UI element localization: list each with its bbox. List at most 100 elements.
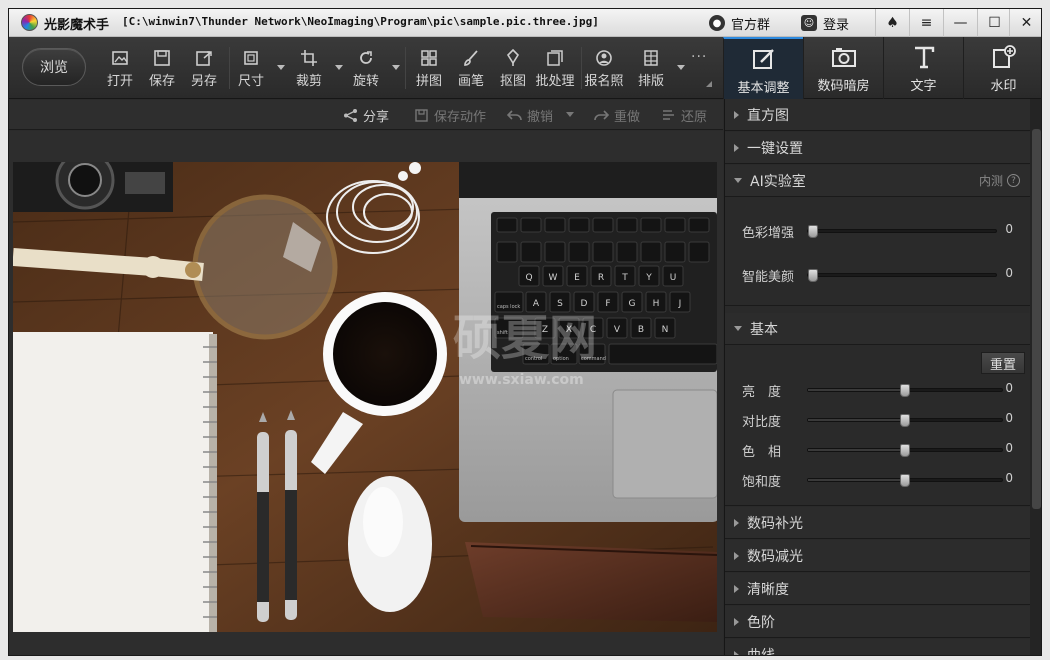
save-button[interactable]: 保存 [142, 49, 182, 89]
close-icon: ✕ [1020, 15, 1033, 31]
section-ai-lab[interactable]: AI实验室 内测 ? [725, 165, 1030, 197]
layout-label: 排版 [637, 74, 664, 89]
keyboard-key [496, 217, 518, 233]
save-as-label: 另存 [190, 74, 217, 89]
slider-smart-beauty[interactable]: 智能美颜 0 [725, 265, 1030, 285]
redo-label: 重做 [614, 110, 641, 125]
scrollbar-thumb[interactable] [1032, 129, 1041, 509]
minimize-button[interactable]: — [943, 9, 977, 37]
open-button[interactable]: 打开 [100, 49, 140, 89]
tab-darkroom[interactable]: 数码暗房 [803, 37, 883, 99]
slider-thumb[interactable] [900, 444, 910, 457]
keyboard-key-label: F [605, 299, 610, 309]
cutout-button[interactable]: 抠图 [493, 49, 533, 89]
slider-value: 0 [1005, 471, 1013, 485]
slider-track[interactable] [807, 384, 1003, 397]
slider-track[interactable] [807, 414, 1003, 427]
skin-button[interactable]: ♠ [875, 9, 909, 37]
slider-thumb[interactable] [900, 474, 910, 487]
rotate-dropdown-icon[interactable] [392, 65, 400, 70]
slider-thumb[interactable] [808, 225, 818, 238]
slider-fill [808, 479, 905, 481]
section-levels[interactable]: 色阶 [725, 606, 1030, 638]
slider-track[interactable] [807, 225, 997, 238]
slider-brightness[interactable]: 亮 度 0 [725, 380, 1030, 400]
slider-value: 0 [1005, 266, 1013, 280]
resize-dropdown-icon[interactable] [277, 65, 285, 70]
crop-icon [301, 50, 317, 66]
action-bar: 分享 保存动作 撤销 重做 还原 [9, 100, 723, 130]
close-button[interactable]: ✕ [1009, 9, 1041, 37]
slider-hue[interactable]: 色 相 0 [725, 440, 1030, 460]
official-group-link[interactable]: ● 官方群 [709, 13, 770, 33]
expand-arrow-icon [734, 650, 739, 655]
reset-button[interactable]: 重置 [981, 352, 1025, 374]
tab-basic-adjust[interactable]: 基本调整 [723, 37, 803, 99]
section-digital-reduce-light[interactable]: 数码减光 [725, 540, 1030, 572]
slider-track[interactable] [807, 474, 1003, 487]
share-button[interactable]: 分享 [343, 106, 389, 125]
section-label: 数码减光 [747, 548, 803, 565]
collage-button[interactable]: 拼图 [409, 49, 449, 89]
save-action-button[interactable]: 保存动作 [414, 106, 486, 125]
section-one-click[interactable]: 一键设置 [725, 132, 1030, 164]
image-canvas[interactable]: Q W E R T Y U A S D F G H J Z X C V B Ncaps lock shift contro… [9, 131, 723, 655]
collapse-arrow-icon [734, 178, 742, 183]
slider-track[interactable] [807, 444, 1003, 457]
batch-button[interactable]: 批处理 [535, 49, 575, 89]
layout-button[interactable]: 排版 [631, 49, 685, 89]
section-label: 曲线 [747, 647, 775, 656]
menu-button[interactable]: ≡ [909, 9, 943, 37]
maximize-button[interactable]: ☐ [977, 9, 1011, 37]
slider-color-enhance[interactable]: 色彩增强 0 [725, 221, 1030, 241]
expand-arrow-icon [734, 584, 739, 593]
more-tools-icon[interactable]: ··· [691, 49, 707, 65]
toolbar-divider [229, 47, 230, 89]
help-icon[interactable]: ? [1007, 174, 1020, 187]
save-label: 保存 [148, 74, 175, 89]
photo-preview[interactable]: Q W E R T Y U A S D F G H J Z X C V B Ncaps lock shift contro… [13, 162, 717, 632]
toolbar-divider [581, 47, 582, 89]
layout-dropdown-icon[interactable] [677, 65, 685, 70]
keyboard-key-label: D [581, 299, 588, 309]
undo-button[interactable]: 撤销 [507, 106, 553, 125]
keyboard-key [640, 217, 662, 233]
keyboard-key [664, 241, 686, 263]
resize-button[interactable]: 尺寸 [231, 49, 285, 89]
slider-thumb[interactable] [900, 414, 910, 427]
cutout-icon [506, 49, 520, 66]
rotate-button[interactable]: 旋转 [346, 49, 400, 89]
slider-thumb[interactable] [900, 384, 910, 397]
brush-label: 画笔 [457, 74, 484, 89]
keyboard-key [688, 217, 710, 233]
expand-corner-icon[interactable] [706, 81, 712, 87]
crop-button[interactable]: 裁剪 [289, 49, 343, 89]
restore-button[interactable]: 还原 [661, 106, 707, 125]
login-link[interactable]: ☺ 登录 [801, 13, 849, 33]
section-curves[interactable]: 曲线 [725, 639, 1030, 656]
slider-saturation[interactable]: 饱和度 0 [725, 470, 1030, 490]
expand-arrow-icon [734, 551, 739, 560]
id-photo-button[interactable]: 报名照 [584, 49, 624, 89]
section-sharpness[interactable]: 清晰度 [725, 573, 1030, 605]
section-digital-fill-light[interactable]: 数码补光 [725, 507, 1030, 539]
redo-button[interactable]: 重做 [594, 106, 640, 125]
panel-scrollbar[interactable] [1030, 99, 1041, 655]
tab-watermark[interactable]: 水印 [963, 37, 1041, 99]
collage-label: 拼图 [415, 74, 442, 89]
section-histogram[interactable]: 直方图 [725, 99, 1030, 131]
undo-dropdown-icon[interactable] [566, 112, 574, 117]
watermark-url-text: www.sxiaw.com [459, 372, 584, 388]
crop-dropdown-icon[interactable] [335, 65, 343, 70]
tab-text[interactable]: 文字 [883, 37, 963, 99]
slider-thumb[interactable] [808, 269, 818, 282]
browse-button[interactable]: 浏览 [22, 48, 86, 86]
save-as-button[interactable]: 另存 [184, 49, 224, 89]
slider-track[interactable] [807, 269, 997, 282]
section-basic[interactable]: 基本 [725, 313, 1030, 345]
expand-arrow-icon [734, 143, 739, 152]
brush-button[interactable]: 画笔 [451, 49, 491, 89]
slider-value: 0 [1005, 222, 1013, 236]
tab-darkroom-label: 数码暗房 [817, 79, 870, 94]
slider-contrast[interactable]: 对比度 0 [725, 410, 1030, 430]
